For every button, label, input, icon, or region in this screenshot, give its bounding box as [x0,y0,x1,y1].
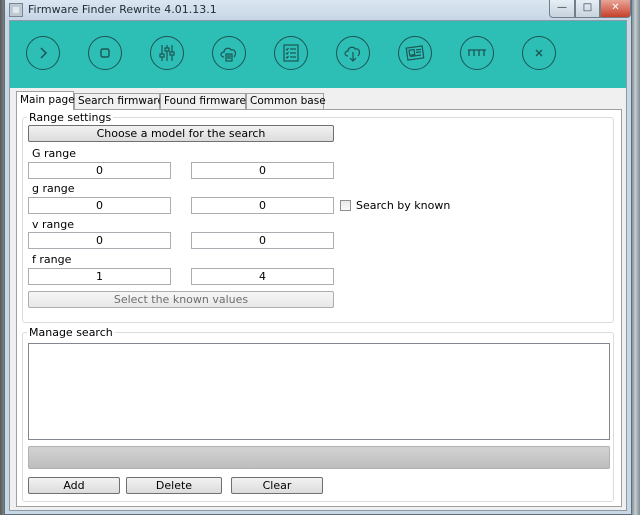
client-area: Main page Search firmware Found firmware… [9,20,627,511]
v-range-label: v range [32,218,74,231]
search-by-known-checkbox[interactable] [340,200,351,211]
news-button[interactable] [398,36,432,70]
choose-model-button[interactable]: Choose a model for the search [28,125,334,142]
download-button[interactable] [336,36,370,70]
ruler-icon [468,49,486,56]
stop-button[interactable] [88,36,122,70]
v-range-to-input[interactable]: 0 [191,232,334,249]
select-known-values-button[interactable]: Select the known values [28,291,334,308]
delete-button[interactable]: Delete [126,477,222,494]
cloud-upload-icon [220,47,237,62]
add-button[interactable]: Add [28,477,120,494]
app-window: Firmware Finder Rewrite 4.01.13.1 — □ ✕ [4,0,632,515]
main-page-panel: Range settings Choose a model for the se… [16,109,622,507]
g-lower-range-to-input[interactable]: 0 [191,197,334,214]
close-icon [535,49,543,57]
g-upper-range-from-input[interactable]: 0 [28,162,171,179]
clear-button[interactable]: Clear [231,477,323,494]
stop-icon [100,48,110,58]
manage-search-group: Manage search Add Delete Clear [22,326,614,502]
v-range-from-input[interactable]: 0 [28,232,171,249]
search-by-known-label[interactable]: Search by known [356,199,450,212]
cloud-download-icon [344,46,361,62]
start-button[interactable] [26,36,60,70]
toolbar [10,21,626,88]
settings-button[interactable] [150,36,184,70]
app-icon [9,3,23,17]
minimize-button[interactable]: — [549,0,575,18]
checklist-icon [283,44,299,62]
close-window-button[interactable]: ✕ [600,0,631,18]
f-range-label: f range [32,253,72,266]
tab-main-page[interactable]: Main page [16,91,75,110]
title-bar[interactable]: Firmware Finder Rewrite 4.01.13.1 — □ ✕ [5,0,631,20]
tab-search-firmware[interactable]: Search firmware [74,93,164,109]
range-settings-legend: Range settings [27,111,114,124]
ruler-button[interactable] [460,36,494,70]
search-progress-bar [28,446,610,469]
exit-button[interactable] [522,36,556,70]
checklist-button[interactable] [274,36,308,70]
manage-search-legend: Manage search [27,326,115,339]
g-lower-range-label: g range [32,182,75,195]
f-range-to-input[interactable]: 4 [191,268,334,285]
settings-sliders-icon [159,45,175,61]
tab-found-firmwares[interactable]: Found firmwares [160,93,251,109]
range-settings-group: Range settings Choose a model for the se… [22,111,614,323]
window-title: Firmware Finder Rewrite 4.01.13.1 [28,3,217,16]
f-range-from-input[interactable]: 1 [28,268,171,285]
g-upper-range-label: G range [32,147,77,160]
upload-button[interactable] [212,36,246,70]
start-icon [40,47,48,59]
maximize-button[interactable]: □ [575,0,600,18]
g-upper-range-to-input[interactable]: 0 [191,162,334,179]
news-icon [405,45,425,61]
tab-common-base[interactable]: Common base [246,93,326,109]
search-log-box[interactable] [28,343,610,440]
g-lower-range-from-input[interactable]: 0 [28,197,171,214]
